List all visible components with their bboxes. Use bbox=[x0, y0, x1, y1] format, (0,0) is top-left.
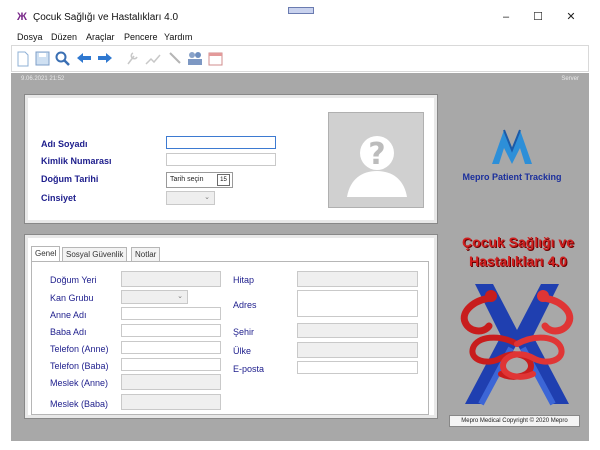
title-input[interactable] bbox=[297, 271, 418, 287]
app-logo-icon: Ж bbox=[17, 11, 27, 23]
save-icon[interactable] bbox=[34, 51, 50, 67]
tab-sosyal-guvenlik[interactable]: Sosyal Güvenlik bbox=[62, 247, 128, 261]
users-icon[interactable] bbox=[187, 51, 203, 67]
birth-date-placeholder: Tarih seçin bbox=[170, 176, 204, 183]
window-title: Çocuk Sağlığı ve Hastalıkları 4.0 bbox=[33, 12, 179, 23]
pen-icon[interactable] bbox=[167, 51, 183, 67]
minimize-button[interactable]: – bbox=[496, 10, 516, 24]
city-input[interactable] bbox=[297, 323, 418, 338]
job-mother-label: Meslek (Anne) bbox=[50, 378, 109, 388]
mother-name-input[interactable] bbox=[121, 307, 221, 320]
caduceus-logo bbox=[451, 278, 583, 408]
title-bar: Ж Çocuk Sağlığı ve Hastalıkları 4.0 – ☐ … bbox=[0, 0, 600, 30]
toolbar bbox=[11, 45, 589, 72]
title-grip-handle[interactable] bbox=[288, 7, 314, 14]
unknown-person-icon: ? bbox=[347, 136, 407, 197]
father-name-input[interactable] bbox=[121, 324, 221, 337]
tools-icon[interactable] bbox=[124, 51, 140, 67]
menu-duzen[interactable]: Düzen bbox=[51, 32, 77, 42]
birth-date-label: Doğum Tarihi bbox=[41, 174, 99, 184]
svg-text:?: ? bbox=[368, 137, 385, 172]
tab-page-genel: Doğum Yeri Kan Grubu ⌄ Anne Adı Baba Adı… bbox=[31, 261, 429, 415]
workspace: 9.06.2021 21:52 Server Adı Soyadı Kimlik… bbox=[11, 73, 589, 441]
country-input[interactable] bbox=[297, 342, 418, 358]
city-label: Şehir bbox=[233, 327, 255, 337]
phone-father-label: Telefon (Baba) bbox=[50, 361, 109, 371]
job-mother-input[interactable] bbox=[121, 374, 221, 390]
blood-group-select[interactable]: ⌄ bbox=[121, 290, 188, 304]
phone-father-input[interactable] bbox=[121, 358, 221, 371]
tab-genel[interactable]: Genel bbox=[31, 246, 61, 261]
title-label: Hitap bbox=[233, 275, 255, 285]
menu-araclar[interactable]: Araçlar bbox=[86, 32, 115, 42]
app-name-banner: Çocuk Sağlığı ve Hastalıkları 4.0 bbox=[448, 233, 588, 271]
copyright-notice: Mepro Medical Copyright © 2020 Mepro bbox=[449, 415, 580, 427]
address-label: Adres bbox=[233, 300, 257, 310]
birth-date-picker[interactable]: Tarih seçin 15 bbox=[166, 172, 233, 188]
tab-notlar[interactable]: Notlar bbox=[131, 247, 161, 261]
maximize-button[interactable]: ☐ bbox=[528, 10, 548, 24]
gender-label: Cinsiyet bbox=[41, 193, 77, 203]
status-server: Server bbox=[561, 76, 579, 82]
search-icon[interactable] bbox=[54, 51, 70, 67]
phone-mother-label: Telefon (Anne) bbox=[50, 344, 109, 354]
name-input[interactable] bbox=[166, 136, 276, 149]
mepro-logo bbox=[448, 124, 576, 194]
chevron-down-icon: ⌄ bbox=[177, 293, 183, 300]
app-name-line2: Hastalıkları 4.0 bbox=[468, 253, 568, 269]
app-name-line1: Çocuk Sağlığı ve bbox=[461, 234, 575, 250]
id-label: Kimlik Numarası bbox=[41, 156, 112, 166]
patient-header-panel: Adı Soyadı Kimlik Numarası Doğum Tarihi … bbox=[24, 94, 438, 224]
id-input[interactable] bbox=[166, 153, 276, 166]
menu-pencere[interactable]: Pencere bbox=[124, 32, 158, 42]
father-name-label: Baba Adı bbox=[50, 327, 87, 337]
menu-bar: Dosya Düzen Araçlar Pencere Yardım bbox=[0, 30, 600, 44]
birthplace-label: Doğum Yeri bbox=[50, 275, 97, 285]
address-input[interactable] bbox=[297, 290, 418, 317]
job-father-label: Meslek (Baba) bbox=[50, 399, 109, 409]
blood-group-label: Kan Grubu bbox=[50, 293, 94, 303]
phone-mother-input[interactable] bbox=[121, 341, 221, 354]
calendar-icon[interactable] bbox=[207, 51, 223, 67]
mother-name-label: Anne Adı bbox=[50, 310, 87, 320]
close-button[interactable]: ✕ bbox=[561, 10, 581, 24]
chart-icon[interactable] bbox=[145, 51, 161, 67]
birthplace-input[interactable] bbox=[121, 271, 221, 287]
email-input[interactable] bbox=[297, 361, 418, 374]
back-arrow-icon[interactable] bbox=[76, 51, 92, 67]
chevron-down-icon: ⌄ bbox=[204, 194, 210, 201]
country-label: Ülke bbox=[233, 346, 252, 356]
new-document-icon[interactable] bbox=[15, 51, 31, 67]
menu-dosya[interactable]: Dosya bbox=[17, 32, 43, 42]
email-label: E-posta bbox=[233, 364, 265, 374]
status-datetime: 9.06.2021 21:52 bbox=[21, 76, 65, 82]
menu-yardim[interactable]: Yardım bbox=[164, 32, 192, 42]
brand-caption: Mepro Patient Tracking bbox=[462, 172, 562, 182]
patient-details-panel: Genel Sosyal Güvenlik Notlar Doğum Yeri … bbox=[24, 234, 438, 419]
calendar-icon[interactable]: 15 bbox=[217, 174, 230, 186]
forward-arrow-icon[interactable] bbox=[97, 51, 113, 67]
gender-select[interactable]: ⌄ bbox=[166, 191, 215, 205]
job-father-input[interactable] bbox=[121, 394, 221, 410]
patient-photo[interactable]: ? bbox=[328, 112, 424, 208]
name-label: Adı Soyadı bbox=[41, 139, 88, 149]
